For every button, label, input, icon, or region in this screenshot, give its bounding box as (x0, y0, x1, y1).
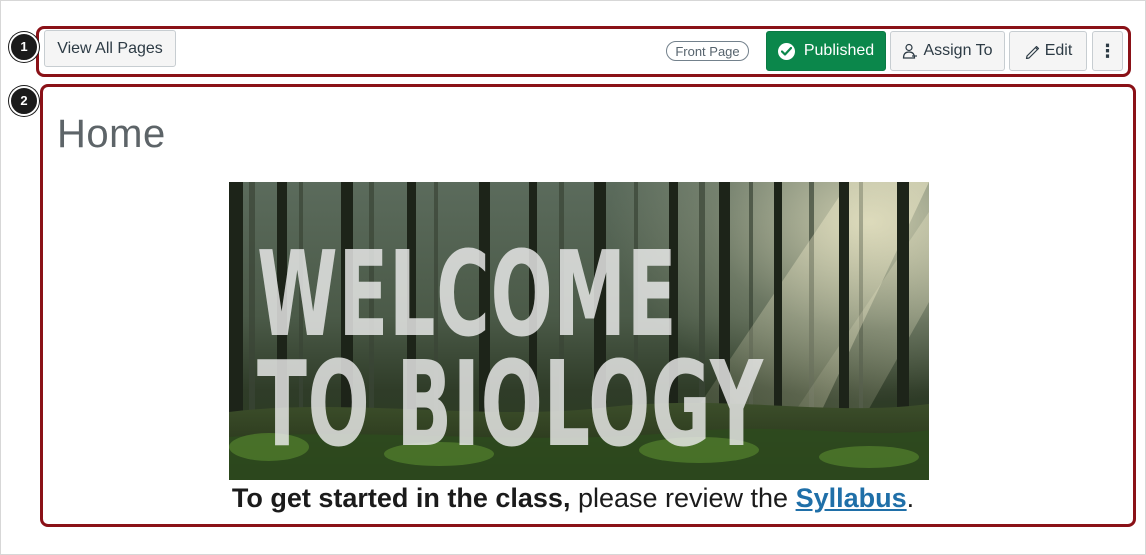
edit-button[interactable]: Edit (1009, 31, 1087, 71)
assign-to-button[interactable]: Assign To (890, 31, 1005, 71)
intro-bold-text: To get started in the class, (231, 483, 571, 513)
published-button[interactable]: Published (766, 31, 886, 71)
page-title: Home (57, 112, 166, 156)
syllabus-link[interactable]: Syllabus (796, 483, 907, 513)
edit-label: Edit (1044, 42, 1073, 59)
published-label: Published (803, 42, 875, 59)
check-circle-icon (777, 42, 795, 60)
callout-2: 2 (9, 86, 39, 116)
pencil-icon (1024, 43, 1040, 59)
more-options-button[interactable]: ⋮ (1092, 31, 1123, 71)
user-icon (902, 43, 918, 59)
front-page-badge: Front Page (666, 41, 749, 61)
banner-headline-line2: TO BIOLOGY (257, 335, 764, 473)
banner-headline-line1: WELCOME (257, 225, 678, 363)
intro-paragraph: To get started in the class, please revi… (0, 483, 1146, 514)
intro-end-punctuation: . (906, 483, 915, 513)
view-all-pages-label: View All Pages (57, 39, 163, 57)
callout-1: 1 (9, 32, 39, 62)
view-all-pages-button[interactable]: View All Pages (44, 30, 176, 67)
assign-to-label: Assign To (923, 42, 993, 59)
page-toolbar: View All Pages Front Page Published Assi… (44, 30, 1125, 72)
kebab-menu-icon: ⋮ (1098, 40, 1117, 61)
welcome-banner-image: WELCOME TO BIOLOGY (229, 182, 929, 480)
intro-text: please review the (570, 483, 796, 513)
front-page-badge-label: Front Page (675, 43, 740, 59)
